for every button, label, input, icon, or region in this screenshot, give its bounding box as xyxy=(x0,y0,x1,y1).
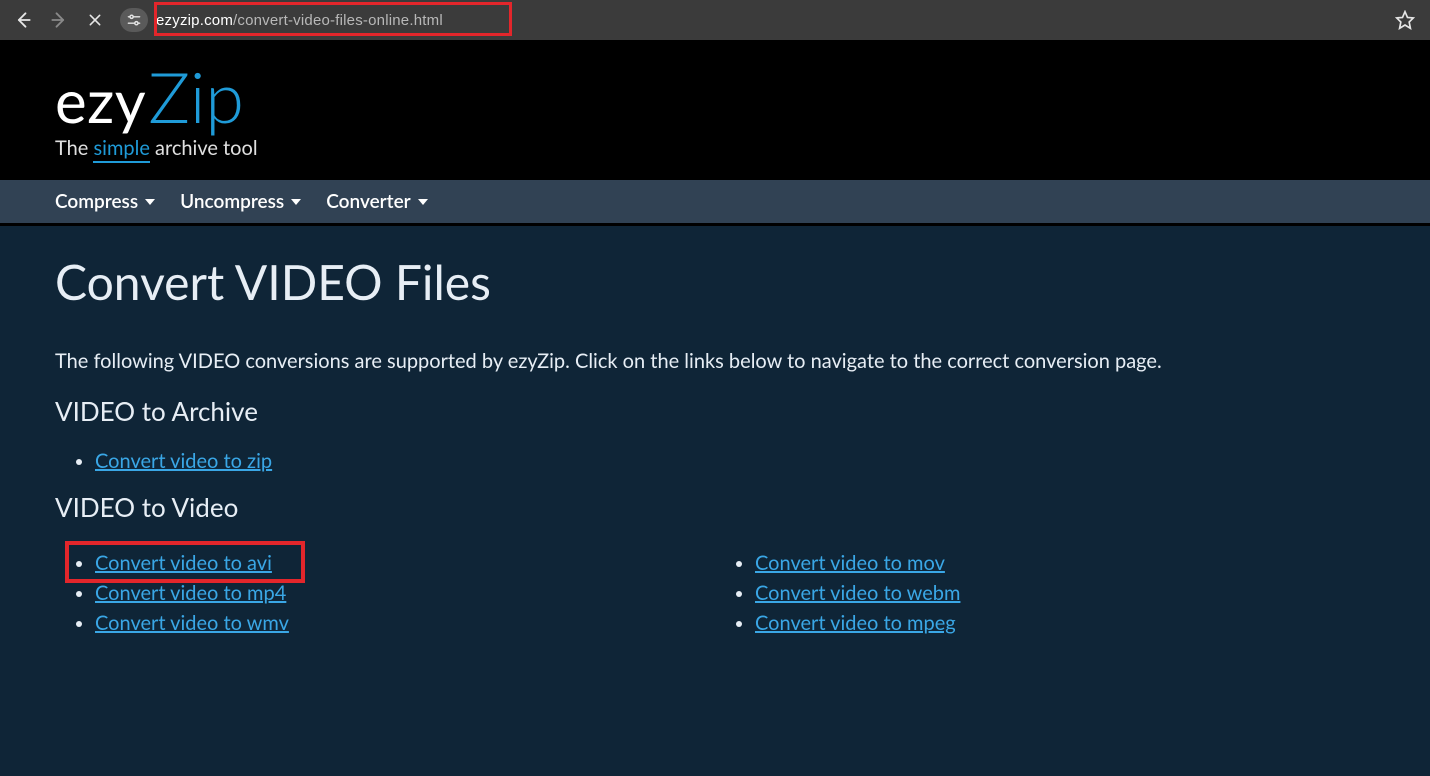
site-header: ezyZip The simple archive tool xyxy=(0,40,1430,180)
address-bar[interactable]: ezyzip.com/convert-video-files-online.ht… xyxy=(120,8,443,32)
link-convert-video-to-avi[interactable]: Convert video to avi xyxy=(95,551,272,575)
tagline: The simple archive tool xyxy=(55,136,1375,160)
link-convert-video-to-wmv[interactable]: Convert video to wmv xyxy=(95,611,289,635)
back-button[interactable] xyxy=(8,5,38,35)
site-settings-icon[interactable] xyxy=(120,8,148,32)
nav-label: Compress xyxy=(55,190,138,213)
nav-compress[interactable]: Compress xyxy=(55,190,156,213)
page-title: Convert VIDEO Files xyxy=(55,254,1375,311)
link-convert-video-to-mp4[interactable]: Convert video to mp4 xyxy=(95,581,286,605)
list-item: Convert video to mov xyxy=(755,551,1375,575)
link-convert-video-to-zip[interactable]: Convert video to zip xyxy=(95,449,272,473)
caret-down-icon xyxy=(290,198,302,206)
link-convert-video-to-mpeg[interactable]: Convert video to mpeg xyxy=(755,611,956,635)
list-item: Convert video to wmv xyxy=(95,611,715,635)
logo-text-zip: Zip xyxy=(148,54,244,138)
url-text: ezyzip.com/convert-video-files-online.ht… xyxy=(156,12,443,29)
intro-text: The following VIDEO conversions are supp… xyxy=(55,349,1375,373)
forward-button[interactable] xyxy=(44,5,74,35)
section-heading-archive: VIDEO to Archive xyxy=(55,395,1375,427)
nav-label: Uncompress xyxy=(180,190,284,213)
nav-uncompress[interactable]: Uncompress xyxy=(180,190,302,213)
stop-button[interactable] xyxy=(80,5,110,35)
caret-down-icon xyxy=(417,198,429,206)
browser-toolbar: ezyzip.com/convert-video-files-online.ht… xyxy=(0,0,1430,40)
link-convert-video-to-mov[interactable]: Convert video to mov xyxy=(755,551,945,575)
logo-text-ezy: ezy xyxy=(55,64,146,136)
nav-label: Converter xyxy=(326,190,410,213)
caret-down-icon xyxy=(144,198,156,206)
list-item: Convert video to zip xyxy=(95,449,1375,473)
section-heading-video: VIDEO to Video xyxy=(55,491,1375,523)
link-convert-video-to-webm[interactable]: Convert video to webm xyxy=(755,581,960,605)
list-item: Convert video to avi xyxy=(95,551,715,575)
list-item: Convert video to mpeg xyxy=(755,611,1375,635)
nav-converter[interactable]: Converter xyxy=(326,190,428,213)
list-item: Convert video to mp4 xyxy=(95,581,715,605)
site-logo[interactable]: ezyZip xyxy=(55,54,1375,138)
bookmark-star-icon[interactable] xyxy=(1388,3,1422,37)
main-content: Convert VIDEO Files The following VIDEO … xyxy=(0,226,1430,681)
list-item: Convert video to webm xyxy=(755,581,1375,605)
main-nav: Compress Uncompress Converter xyxy=(0,180,1430,223)
